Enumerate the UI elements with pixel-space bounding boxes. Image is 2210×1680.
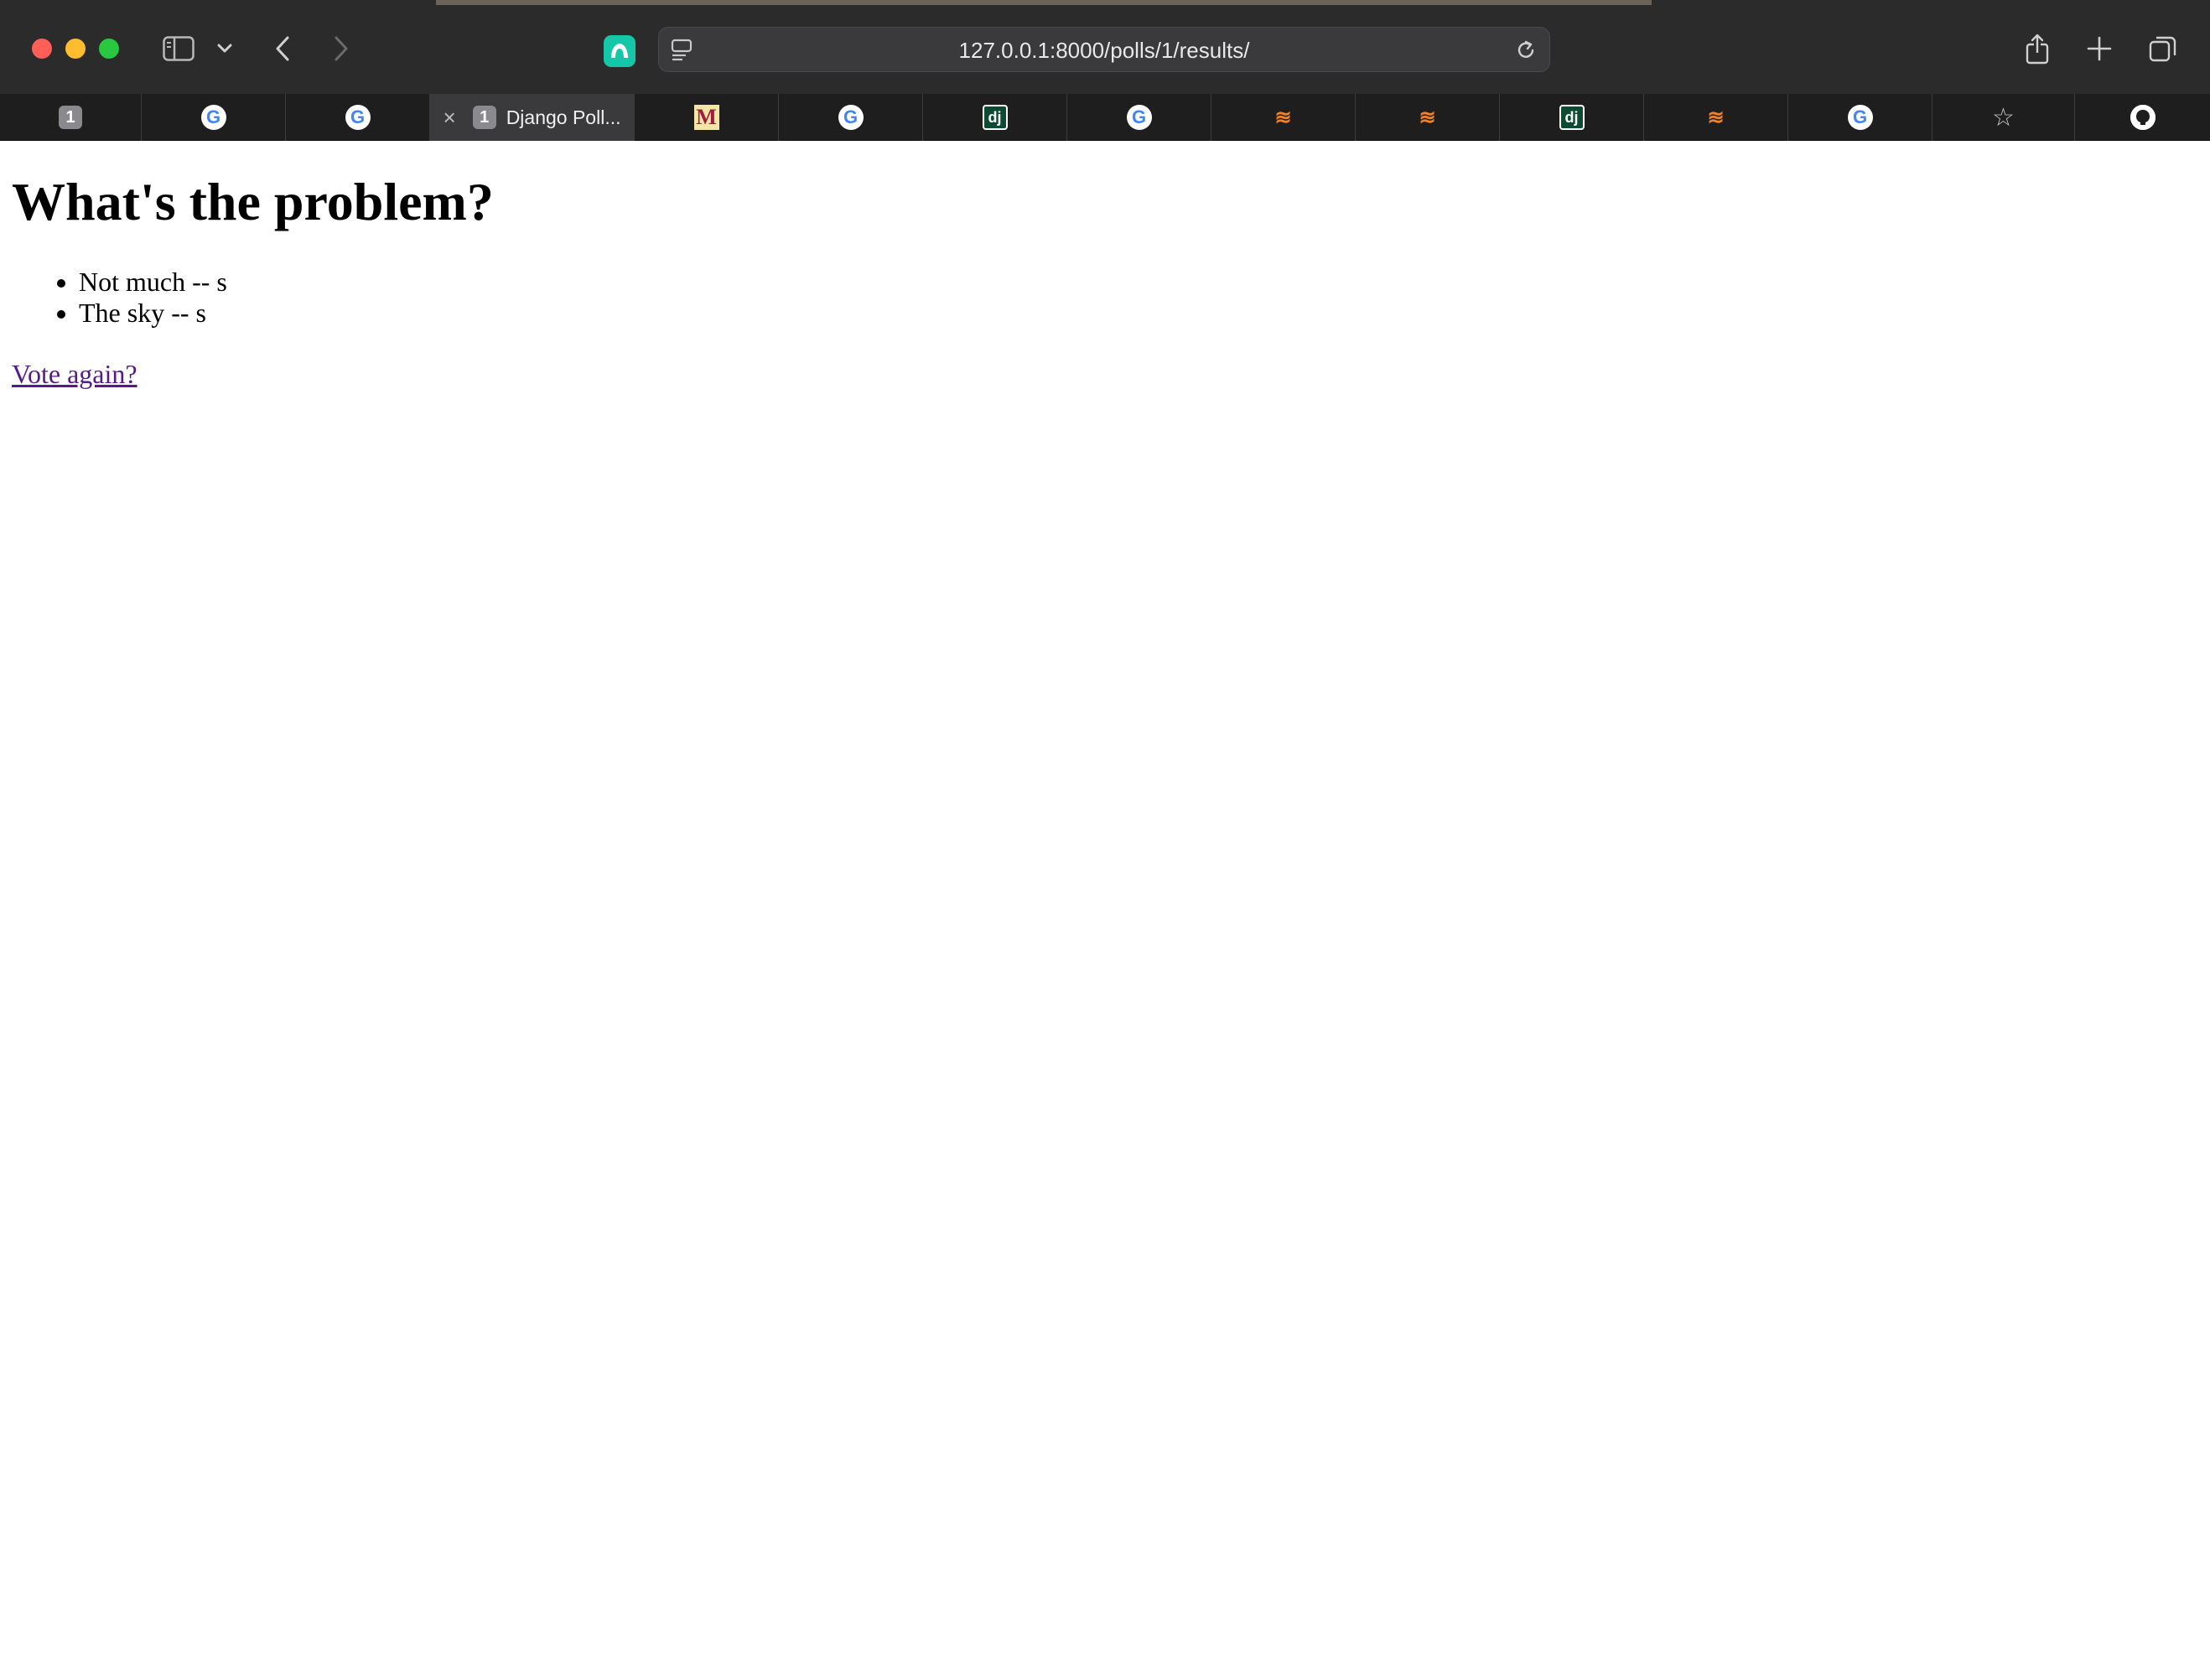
question-heading: What's the problem?	[12, 172, 494, 231]
zoom-window-button[interactable]	[99, 39, 119, 59]
django-favicon-icon: dj	[982, 105, 1008, 130]
tab-title: Django Poll...	[506, 106, 621, 128]
m-logo-favicon-icon: M	[693, 105, 719, 130]
browser-tab[interactable]: G	[141, 94, 285, 141]
new-tab-icon	[2087, 36, 2112, 61]
github-favicon-icon	[2130, 105, 2156, 130]
forward-icon	[335, 36, 348, 61]
sidebar-menu-button[interactable]	[213, 25, 236, 72]
browser-tab[interactable]: M	[634, 94, 778, 141]
browser-toolbar: 127.0.0.1:8000/polls/1/results/	[0, 0, 2210, 94]
forward-button[interactable]	[327, 25, 355, 72]
tab-group-badge-icon: 1	[59, 106, 82, 129]
browser-tab[interactable]: G	[285, 94, 429, 141]
new-tab-button[interactable]	[2083, 25, 2116, 72]
web-page: What's the problem? Not much -- s The sk…	[0, 141, 2210, 1680]
browser-tab[interactable]: ≋	[1643, 94, 1787, 141]
tab-overview-button[interactable]	[2146, 25, 2180, 72]
sidebar-icon	[163, 36, 195, 61]
tab-group-badge-icon: 1	[472, 106, 496, 129]
close-tab-icon[interactable]: ×	[444, 105, 456, 131]
browser-tab[interactable]: × 1 Django Poll...	[429, 94, 634, 141]
extension-icon[interactable]	[604, 35, 636, 67]
browser-tab[interactable]: G	[1787, 94, 1932, 141]
stackoverflow-favicon-icon: ≋	[1707, 106, 1725, 129]
chevron-down-icon	[217, 44, 232, 53]
google-favicon-icon: G	[200, 105, 226, 130]
minimize-window-button[interactable]	[65, 39, 86, 59]
address-bar[interactable]: 127.0.0.1:8000/polls/1/results/	[658, 27, 1550, 72]
result-item: Not much -- s	[79, 267, 227, 298]
google-favicon-icon: G	[1126, 105, 1152, 130]
back-button[interactable]	[268, 25, 297, 72]
browser-tab[interactable]: dj	[1499, 94, 1643, 141]
browser-tab[interactable]: ≋	[1211, 94, 1355, 141]
browser-tab[interactable]: ≋	[1355, 94, 1499, 141]
share-icon	[2026, 34, 2049, 65]
django-favicon-icon: dj	[1559, 105, 1585, 130]
star-favicon-icon: ☆	[1992, 103, 2015, 132]
reload-icon[interactable]	[1514, 39, 1538, 62]
browser-tab[interactable]: dj	[922, 94, 1066, 141]
vote-again-link[interactable]: Vote again?	[12, 359, 137, 390]
wallpaper-strip	[436, 0, 1652, 5]
google-favicon-icon: G	[1847, 105, 1873, 130]
result-item: The sky -- s	[79, 298, 227, 329]
sidebar-toggle-button[interactable]	[159, 25, 198, 72]
browser-tab[interactable]: 1	[0, 94, 141, 141]
browser-tab[interactable]: G	[778, 94, 922, 141]
browser-tab[interactable]: ☆	[1932, 94, 2074, 141]
back-icon	[276, 36, 289, 61]
stackoverflow-favicon-icon: ≋	[1274, 106, 1292, 129]
stackoverflow-favicon-icon: ≋	[1419, 106, 1436, 129]
url-text[interactable]: 127.0.0.1:8000/polls/1/results/	[659, 28, 1549, 73]
browser-tab[interactable]	[2074, 94, 2210, 141]
results-list: Not much -- s The sky -- s	[12, 267, 227, 329]
share-button[interactable]	[2021, 25, 2054, 72]
tab-bar: 1 G G × 1 Django Poll... M Gdj G ≋ ≋ dj ≋ G ☆	[0, 94, 2210, 141]
google-favicon-icon: G	[345, 105, 371, 130]
close-window-button[interactable]	[32, 39, 52, 59]
tab-overview-icon	[2149, 36, 2176, 62]
google-favicon-icon: G	[838, 105, 864, 130]
browser-tab[interactable]: G	[1066, 94, 1211, 141]
